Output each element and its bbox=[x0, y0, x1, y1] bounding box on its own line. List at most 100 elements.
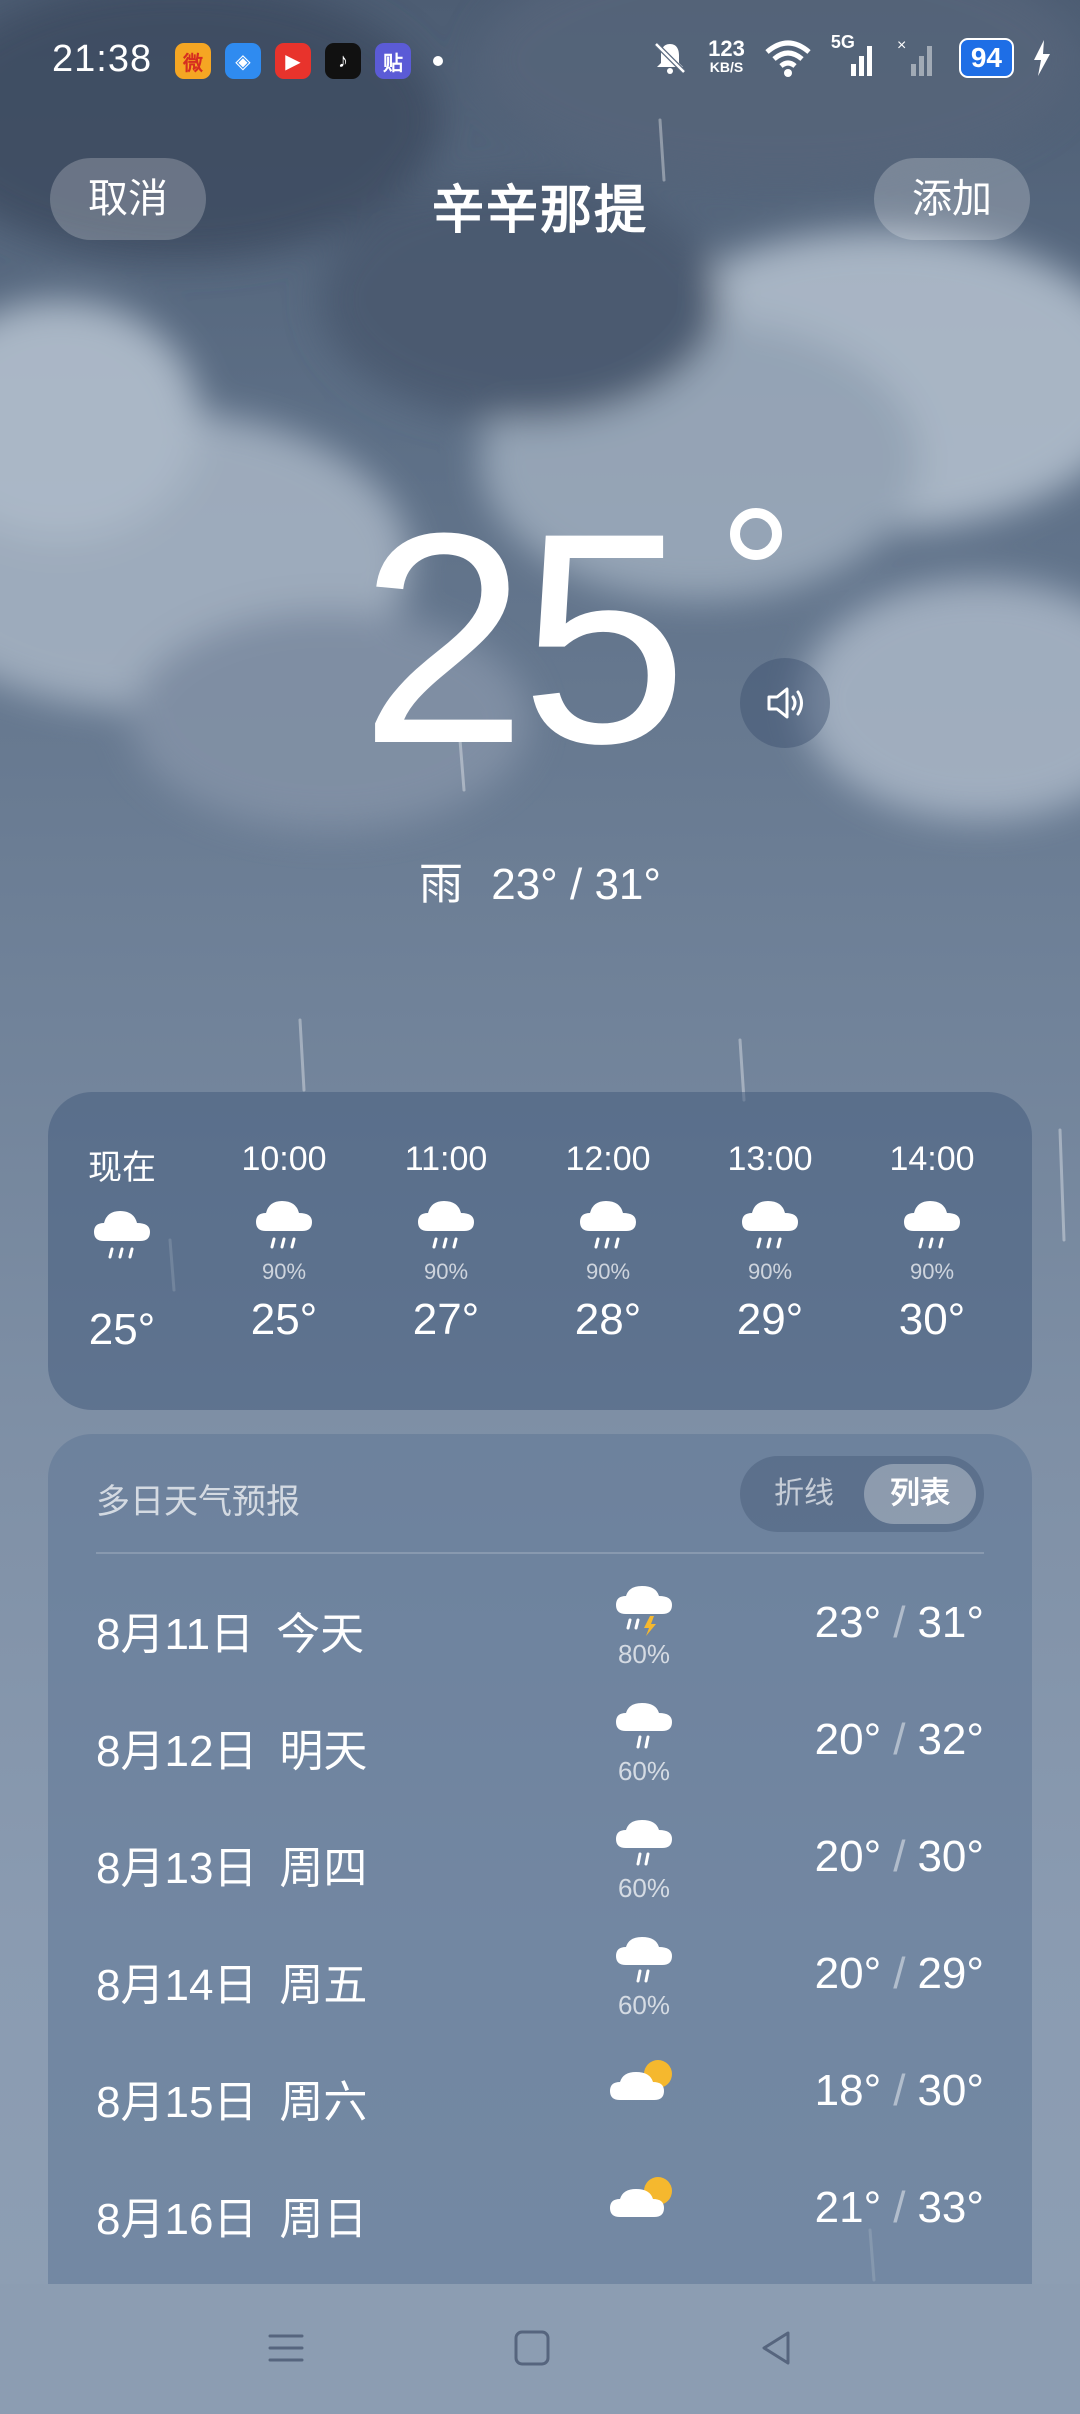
day-high: 30° bbox=[917, 1832, 984, 1881]
current-temperature: 25 bbox=[360, 470, 688, 806]
temp-separator: / bbox=[893, 1715, 906, 1764]
back-triangle-icon bbox=[762, 2331, 790, 2365]
day-date: 8月15日 周六 bbox=[96, 2066, 367, 2130]
signal-5g: 5G bbox=[831, 32, 879, 78]
day-weekday: 明天 bbox=[279, 1727, 368, 1776]
daily-row[interactable]: 8月14日 周五 60% 20°/29° bbox=[96, 1917, 984, 2034]
signal-bars-no-service-icon: × bbox=[897, 38, 932, 76]
day-weekday: 周日 bbox=[279, 2195, 368, 2244]
hour-time: 现在 bbox=[88, 1149, 156, 1187]
status-time: 21:38 bbox=[52, 38, 153, 80]
back-button[interactable] bbox=[746, 2318, 806, 2378]
signal-bars-icon bbox=[850, 46, 872, 76]
speaker-icon bbox=[767, 687, 803, 719]
rain-icon bbox=[538, 1197, 678, 1257]
temp-separator: / bbox=[893, 1832, 906, 1881]
system-indicators: 123 KB/S 5G × 94 bbox=[650, 32, 1052, 78]
voice-broadcast-button[interactable] bbox=[740, 658, 830, 748]
menu-button[interactable] bbox=[256, 2318, 316, 2378]
view-toggle[interactable]: 折线 列表 bbox=[740, 1456, 984, 1532]
hourly-item[interactable]: 13:00 90% 29° bbox=[700, 1140, 840, 1345]
day-precip: 80% bbox=[617, 1639, 671, 1669]
hourly-item[interactable]: 11:00 90% 27° bbox=[376, 1140, 516, 1345]
home-square-icon bbox=[514, 2330, 550, 2366]
toggle-list[interactable]: 列表 bbox=[864, 1464, 976, 1524]
wifi-icon bbox=[765, 40, 811, 77]
svg-text:×: × bbox=[897, 38, 906, 54]
hourly-item[interactable]: 14:00 90% 30° bbox=[862, 1140, 1002, 1345]
day-temp-range: 23°/31° bbox=[815, 1598, 984, 1648]
day-low: 18° bbox=[814, 2066, 882, 2115]
day-weekday: 周五 bbox=[279, 1961, 368, 2010]
hour-precip: 90% bbox=[747, 1259, 793, 1284]
hour-precip: 90% bbox=[261, 1259, 307, 1284]
day-low: 20° bbox=[814, 1832, 882, 1881]
day-precip: 60% bbox=[617, 1756, 671, 1786]
day-weekday: 今天 bbox=[276, 1610, 365, 1659]
daily-row[interactable]: 8月15日 周六 18°/30° bbox=[96, 2034, 984, 2151]
rain-icon bbox=[52, 1207, 192, 1267]
add-button[interactable]: 添加 bbox=[874, 158, 1030, 240]
home-button[interactable] bbox=[502, 2318, 562, 2378]
rain-icon bbox=[214, 1197, 354, 1257]
menu-icon bbox=[268, 2334, 304, 2362]
hour-precip: 90% bbox=[585, 1259, 631, 1284]
day-high: 31° bbox=[917, 1598, 984, 1647]
day-date: 8月13日 周四 bbox=[96, 1832, 367, 1896]
toggle-line-chart[interactable]: 折线 bbox=[748, 1464, 860, 1524]
day-precip: 60% bbox=[617, 1873, 671, 1903]
charging-icon bbox=[1034, 40, 1050, 76]
hourly-item[interactable]: 10:00 90% 25° bbox=[214, 1140, 354, 1345]
rain-icon bbox=[700, 1197, 840, 1257]
day-high: 33° bbox=[917, 2183, 984, 2232]
hour-temp: 29° bbox=[736, 1295, 804, 1344]
day-low: 20° bbox=[814, 1715, 882, 1764]
daily-forecast-title: 多日天气预报 bbox=[96, 1483, 300, 1521]
day-low: 21° bbox=[814, 2183, 882, 2232]
day-weekday: 周四 bbox=[279, 1844, 368, 1893]
hour-temp: 30° bbox=[898, 1295, 966, 1344]
daily-row[interactable]: 8月11日 今天 80% 23°/31° bbox=[96, 1566, 984, 1683]
weibo-icon: 微 bbox=[175, 43, 211, 79]
day-date-text: 8月15日 bbox=[96, 2078, 258, 2127]
day-temp-range: 20°/29° bbox=[815, 1949, 984, 1999]
hour-temp: 25° bbox=[88, 1305, 156, 1354]
network-speed: 123 KB/S bbox=[708, 36, 745, 76]
day-precip: 60% bbox=[617, 1990, 671, 2020]
rain-icon: 60% bbox=[604, 1818, 684, 1904]
temp-separator: / bbox=[893, 2066, 906, 2115]
daily-forecast-card: 多日天气预报 折线 列表 8月11日 今天 80% 23°/31° 8月12日 明天… bbox=[48, 1434, 1032, 2284]
day-temp-range: 20°/30° bbox=[815, 1832, 984, 1882]
daily-row[interactable]: 8月13日 周四 60% 20°/30° bbox=[96, 1800, 984, 1917]
day-date: 8月12日 明天 bbox=[96, 1715, 367, 1779]
hour-time: 12:00 bbox=[565, 1140, 651, 1178]
temp-separator: / bbox=[893, 1949, 906, 1998]
rain-icon bbox=[376, 1197, 516, 1257]
hour-precip: 90% bbox=[423, 1259, 469, 1284]
degree-symbol bbox=[730, 508, 782, 560]
hour-time: 10:00 bbox=[241, 1140, 327, 1178]
day-high: 29° bbox=[917, 1949, 984, 1998]
hour-temp: 25° bbox=[250, 1295, 318, 1344]
partly-cloudy-icon bbox=[604, 2052, 684, 2109]
day-high: 30° bbox=[917, 2066, 984, 2115]
divider bbox=[96, 1552, 984, 1554]
day-date-text: 8月16日 bbox=[96, 2195, 258, 2244]
hourly-item[interactable]: 12:00 90% 28° bbox=[538, 1140, 678, 1345]
temp-separator: / bbox=[893, 1598, 906, 1647]
system-navigation-bar bbox=[0, 2284, 1080, 2414]
daily-row[interactable]: 8月16日 周日 21°/33° bbox=[96, 2151, 984, 2268]
current-condition: 雨 bbox=[419, 860, 463, 909]
daily-row[interactable]: 8月12日 明天 60% 20°/32° bbox=[96, 1683, 984, 1800]
day-temp-range: 21°/33° bbox=[815, 2183, 984, 2233]
day-date-text: 8月12日 bbox=[96, 1727, 258, 1776]
partly-cloudy-icon bbox=[604, 2169, 684, 2226]
day-temp-range: 18°/30° bbox=[815, 2066, 984, 2116]
hourly-forecast-card[interactable]: 现在 25° 10:00 90% 25° 11:00 90% 27° 12:00… bbox=[48, 1092, 1032, 1410]
day-high: 32° bbox=[917, 1715, 984, 1764]
notification-app-icons: 微 ◈ ▶ ♪ 贴 bbox=[175, 43, 443, 79]
hourly-item[interactable]: 现在 25° bbox=[52, 1140, 192, 1355]
hour-time: 14:00 bbox=[889, 1140, 975, 1178]
more-notifications-dot bbox=[433, 56, 443, 66]
day-date-text: 8月11日 bbox=[96, 1610, 255, 1659]
